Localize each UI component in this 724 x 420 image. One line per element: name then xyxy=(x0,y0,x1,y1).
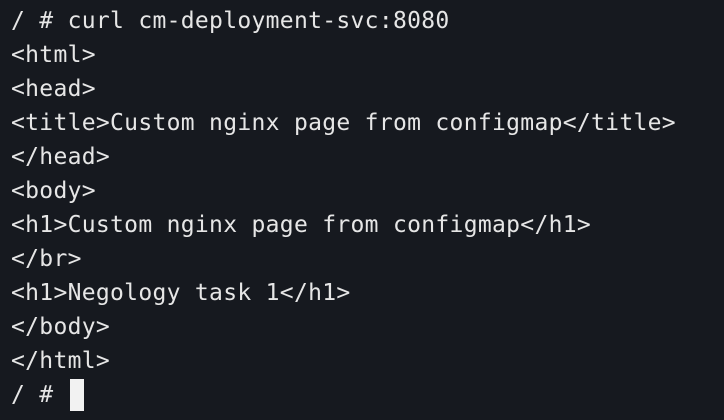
text-cursor xyxy=(69,379,84,411)
terminal-output-line: <h1>Negology task 1</h1> xyxy=(11,280,351,306)
terminal-output-line: </head> xyxy=(11,144,111,170)
terminal-output-line: <head> xyxy=(11,76,96,102)
terminal-output-line: <title>Custom nginx page from configmap<… xyxy=(11,110,676,136)
terminal-output-line: </br> xyxy=(11,246,82,272)
terminal-output-line: </html> xyxy=(11,348,111,374)
terminal-window[interactable]: / # curl cm-deployment-svc:8080 <html> <… xyxy=(0,0,724,420)
terminal-output-line: <h1>Custom nginx page from configmap</h1… xyxy=(11,212,592,238)
terminal-command-line: / # curl cm-deployment-svc:8080 xyxy=(11,8,450,34)
terminal-output-line: <html> xyxy=(11,42,96,68)
terminal-output-line: <body> xyxy=(11,178,96,204)
terminal-output-line: </body> xyxy=(11,314,111,340)
terminal-input-line[interactable]: / # xyxy=(11,378,724,412)
shell-prompt: / # xyxy=(11,382,68,408)
